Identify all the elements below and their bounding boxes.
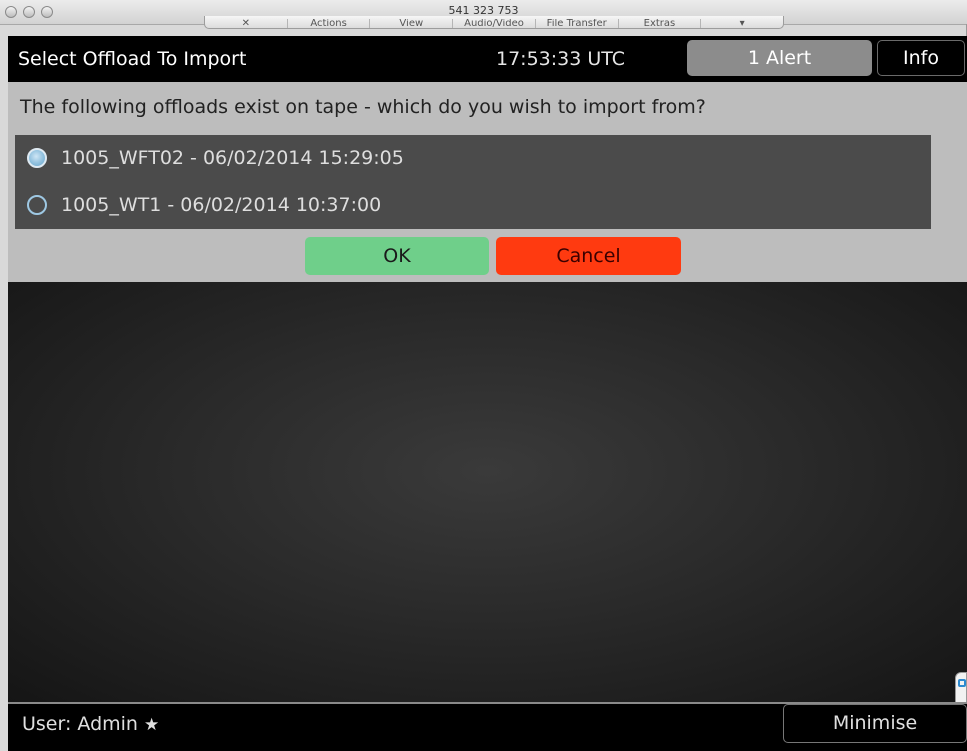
toolbar-expand-icon[interactable]: ▾ [701,19,783,28]
offload-option-label: 1005_WFT02 - 06/02/2014 15:29:05 [61,147,404,169]
radio-button-selected[interactable] [27,148,47,168]
app-header: Select Offload To Import 17:53:33 UTC 1 … [8,36,967,82]
page-title: Select Offload To Import [18,48,247,70]
offload-option-2[interactable]: 1005_WT1 - 06/02/2014 10:37:00 [15,182,931,229]
offload-option-list: 1005_WFT02 - 06/02/2014 15:29:05 1005_WT… [15,135,931,229]
radio-button[interactable] [27,195,47,215]
utc-clock: 17:53:33 UTC [496,48,626,70]
cancel-button[interactable]: Cancel [496,237,681,275]
offload-select-dialog: The following offloads exist on tape - w… [8,82,967,282]
toolbar-close-icon[interactable]: ✕ [205,19,288,28]
offload-option-1[interactable]: 1005_WFT02 - 06/02/2014 15:29:05 [15,135,931,182]
ok-button[interactable]: OK [305,237,489,275]
info-button[interactable]: Info [877,40,965,76]
dialog-prompt: The following offloads exist on tape - w… [20,96,706,118]
offload-option-label: 1005_WT1 - 06/02/2014 10:37:00 [61,194,382,216]
alerts-button[interactable]: 1 Alert [687,40,872,76]
minimise-button[interactable]: Minimise [783,704,967,743]
star-icon: ★ [144,715,160,735]
toolbar-item-actions[interactable]: Actions [288,19,371,28]
toolbar-item-extras[interactable]: Extras [619,19,702,28]
remote-session-toolbar: ✕ Actions View Audio/Video File Transfer… [204,16,784,29]
user-label: User: Admin [22,713,138,735]
toolbar-item-audio-video[interactable]: Audio/Video [453,19,536,28]
app-footer: User: Admin ★ Minimise [8,702,967,751]
main-content-area [8,282,967,702]
support-icon [958,679,966,687]
toolbar-item-view[interactable]: View [370,19,454,28]
current-user: User: Admin ★ [22,713,159,735]
toolbar-item-file-transfer[interactable]: File Transfer [536,19,619,28]
